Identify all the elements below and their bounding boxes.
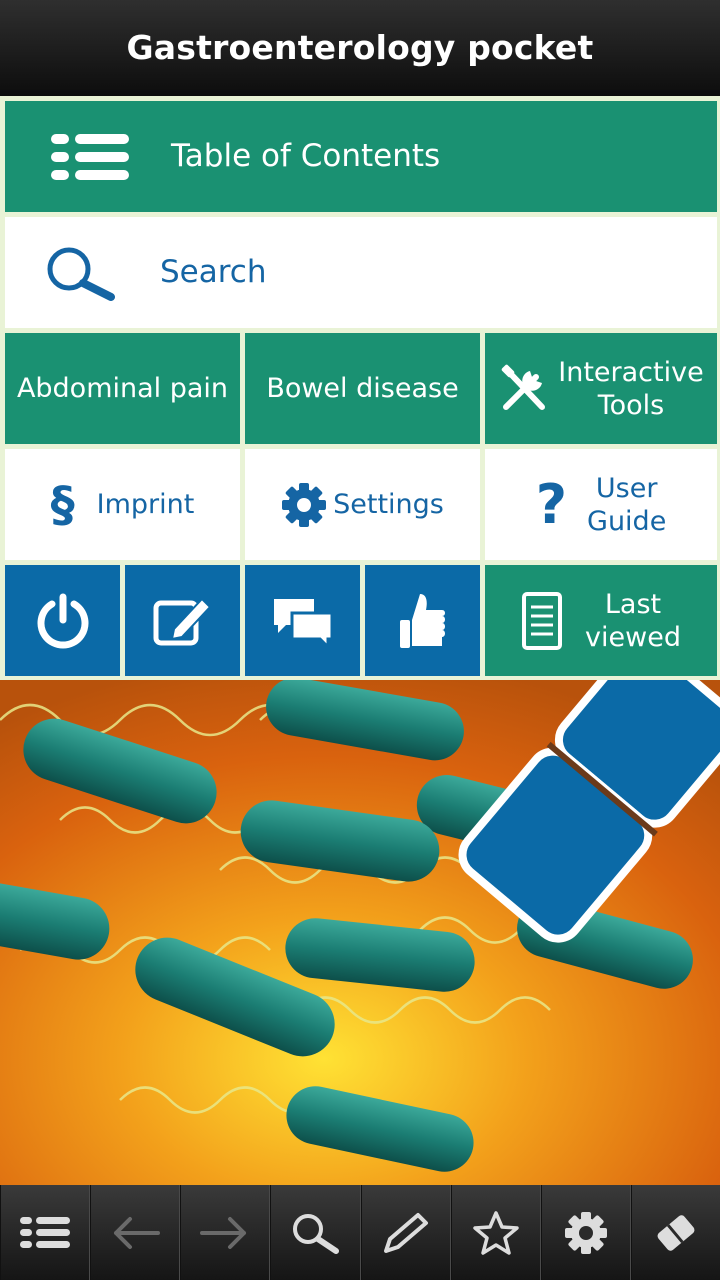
- back-button[interactable]: [90, 1185, 181, 1280]
- back-arrow-icon: [110, 1215, 161, 1251]
- bowel-disease-button[interactable]: Bowel disease: [245, 333, 480, 444]
- abdominal-pain-label: Abdominal pain: [16, 373, 229, 404]
- toc-label: Table of Contents: [171, 138, 441, 174]
- app-title: Gastroenterology pocket: [126, 28, 594, 67]
- note-button[interactable]: [125, 565, 240, 676]
- interactive-tools-button[interactable]: Interactive Tools: [485, 333, 717, 444]
- eraser-icon: [653, 1210, 699, 1256]
- question-icon: ?: [535, 473, 568, 536]
- document-icon: [521, 591, 563, 651]
- annotate-button[interactable]: [360, 1185, 451, 1280]
- chat-icon: [272, 593, 334, 649]
- tools-line1: Interactive: [558, 356, 704, 388]
- last-line1: Last: [604, 588, 662, 620]
- toolbar-search-button[interactable]: [270, 1185, 361, 1280]
- title-bar: Gastroenterology pocket: [0, 0, 720, 96]
- tools-icon: [498, 363, 550, 415]
- user-guide-button[interactable]: ? User Guide: [485, 449, 717, 560]
- settings-label: Settings: [333, 489, 444, 520]
- power-icon: [34, 592, 92, 650]
- menu-icon: [20, 1216, 71, 1249]
- last-viewed-button[interactable]: Last viewed: [485, 565, 717, 676]
- menu-button[interactable]: [0, 1185, 91, 1280]
- power-button[interactable]: [5, 565, 120, 676]
- pencil-icon: [382, 1211, 430, 1255]
- section-sign-icon: §: [50, 476, 75, 533]
- toolbar-settings-button[interactable]: [540, 1185, 631, 1280]
- search-icon: [290, 1211, 340, 1255]
- bowel-disease-label: Bowel disease: [266, 373, 459, 404]
- search-icon: [45, 245, 125, 301]
- edit-note-icon: [152, 593, 214, 649]
- gear-icon: [281, 482, 327, 528]
- star-icon: [472, 1210, 520, 1256]
- imprint-button[interactable]: § Imprint: [5, 449, 240, 560]
- search-label: Search: [160, 254, 267, 290]
- erase-button[interactable]: [630, 1185, 720, 1280]
- list-icon: [51, 133, 131, 180]
- favorites-button[interactable]: [450, 1185, 541, 1280]
- thumbs-up-icon: [398, 590, 448, 652]
- forward-button[interactable]: [180, 1185, 271, 1280]
- gear-icon: [563, 1210, 609, 1256]
- like-button[interactable]: [365, 565, 480, 676]
- chat-button[interactable]: [245, 565, 360, 676]
- last-line2: viewed: [585, 621, 681, 653]
- guide-line2: Guide: [587, 505, 667, 537]
- bottom-toolbar: [0, 1185, 720, 1280]
- search-button[interactable]: Search: [5, 217, 717, 328]
- bacteria-illustration: [0, 680, 720, 1185]
- table-of-contents-button[interactable]: Table of Contents: [5, 101, 717, 212]
- imprint-label: Imprint: [96, 489, 195, 520]
- tools-line2: Tools: [597, 389, 665, 421]
- forward-arrow-icon: [200, 1215, 250, 1251]
- abdominal-pain-button[interactable]: Abdominal pain: [5, 333, 240, 444]
- guide-line1: User: [595, 472, 658, 504]
- settings-button[interactable]: Settings: [245, 449, 480, 560]
